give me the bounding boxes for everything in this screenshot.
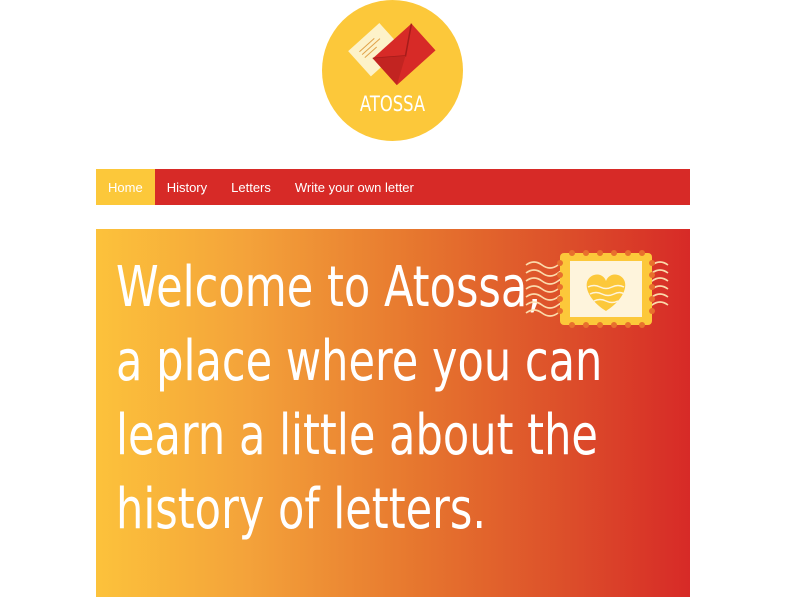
envelope-icon	[348, 23, 436, 86]
heart-stamp-icon	[525, 250, 669, 328]
nav-item-letters[interactable]: Letters	[219, 169, 283, 205]
hero-line: history of letters.	[116, 477, 487, 542]
nav-item-write-letter[interactable]: Write your own letter	[283, 169, 426, 205]
nav-item-home[interactable]: Home	[96, 169, 155, 205]
nav-item-history[interactable]: History	[155, 169, 219, 205]
atossa-logo[interactable]: ATOSSA	[322, 0, 463, 141]
hero-banner: Welcome to Atossa, a place where you can…	[96, 229, 690, 597]
logo-text: ATOSSA	[359, 92, 426, 116]
hero-line: learn a little about the	[116, 403, 598, 468]
hero-line: a place where you can	[116, 329, 603, 394]
main-navigation: Home History Letters Write your own lett…	[96, 169, 690, 205]
